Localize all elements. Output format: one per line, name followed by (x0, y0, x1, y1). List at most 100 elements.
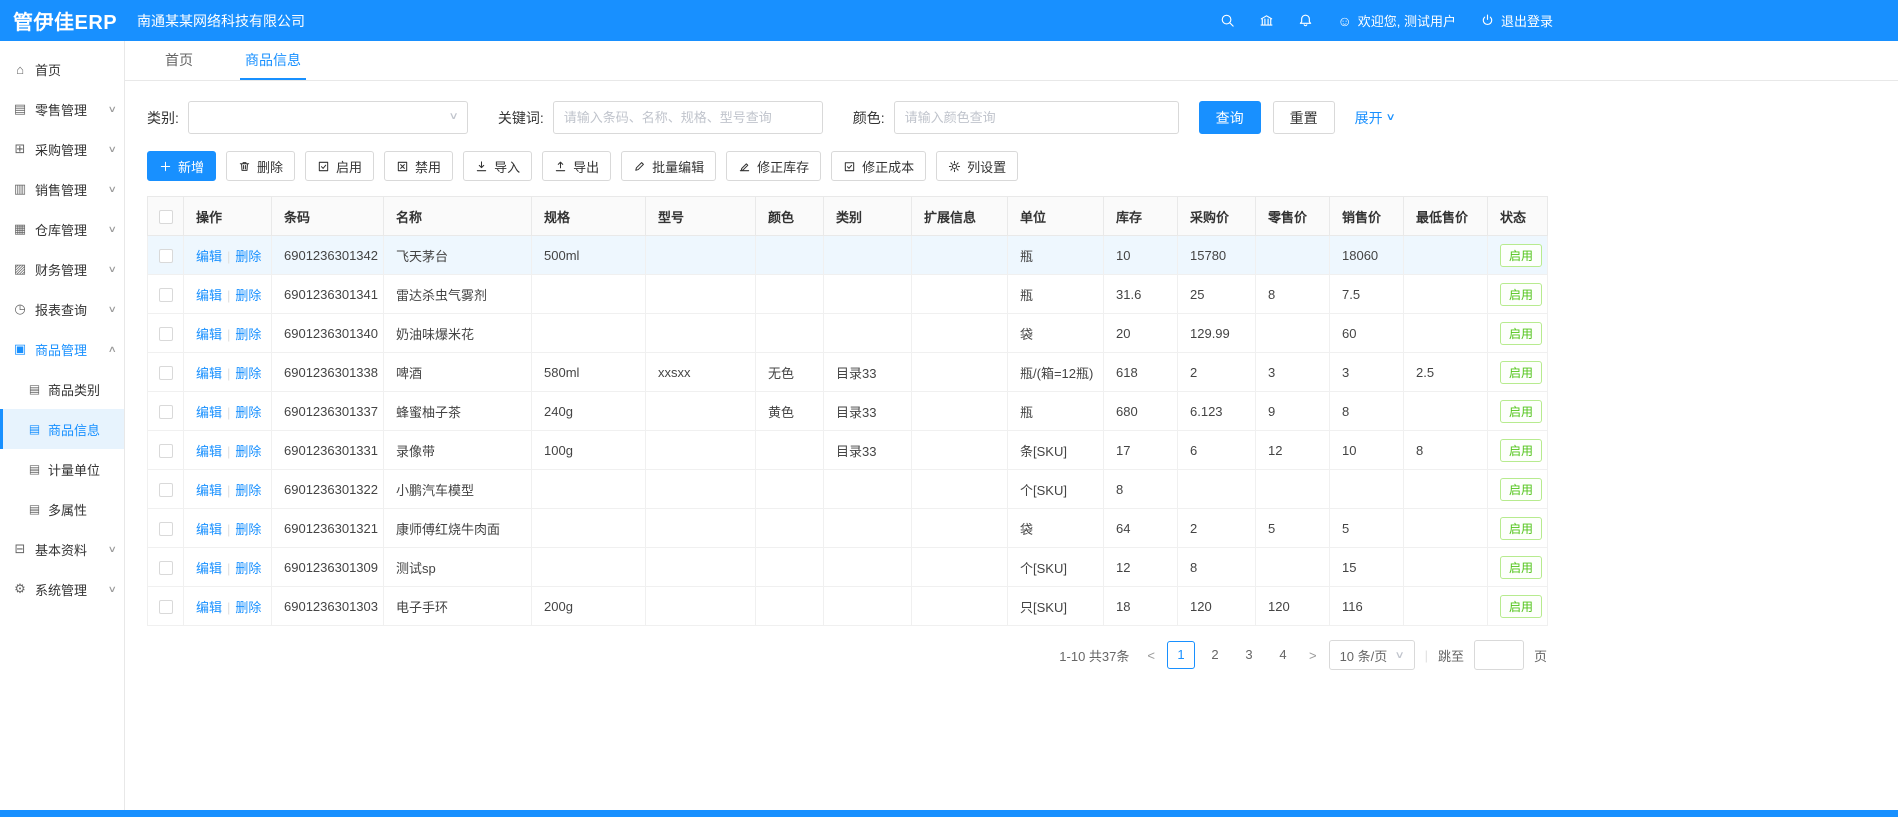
jump-page-input[interactable] (1474, 640, 1524, 670)
delete-link[interactable]: 删除 (235, 405, 261, 420)
sidebar-item-system-management[interactable]: ⚙系统管理∨ (0, 569, 124, 609)
row-checkbox[interactable] (159, 327, 173, 341)
sidebar-subitem-goods-info[interactable]: ▤商品信息 (0, 409, 124, 449)
search-button[interactable]: 查询 (1199, 101, 1261, 134)
actions-cell: 编辑|删除 (184, 314, 272, 353)
barcode-cell: 6901236301321 (272, 509, 384, 548)
reset-button[interactable]: 重置 (1273, 101, 1335, 134)
category-select[interactable]: ∨ (188, 101, 468, 134)
row-checkbox[interactable] (159, 600, 173, 614)
sidebar-item-goods-management[interactable]: ▣商品管理∧ (0, 329, 124, 369)
delete-link[interactable]: 删除 (235, 327, 261, 342)
edit-link[interactable]: 编辑 (196, 522, 222, 537)
export-button[interactable]: 导出 (542, 151, 611, 181)
page-button-1[interactable]: 1 (1167, 641, 1195, 669)
delete-link[interactable]: 删除 (235, 522, 261, 537)
chevron-down-icon: ∨ (108, 544, 117, 555)
welcome-user[interactable]: ☺ 欢迎您, 测试用户 (1337, 11, 1456, 30)
disable-button[interactable]: 禁用 (384, 151, 453, 181)
edit-link[interactable]: 编辑 (196, 483, 222, 498)
import-button[interactable]: 导入 (463, 151, 532, 181)
status-badge[interactable]: 启用 (1500, 439, 1542, 462)
delete-link[interactable]: 删除 (235, 444, 261, 459)
batch-edit-button[interactable]: 批量编辑 (621, 151, 716, 181)
status-badge[interactable]: 启用 (1500, 400, 1542, 423)
row-checkbox[interactable] (159, 366, 173, 380)
name-cell: 奶油味爆米花 (384, 314, 532, 353)
edit-link[interactable]: 编辑 (196, 288, 222, 303)
column-settings-button[interactable]: 列设置 (936, 151, 1018, 181)
status-badge[interactable]: 启用 (1500, 478, 1542, 501)
status-badge[interactable]: 启用 (1500, 361, 1542, 384)
sidebar-item-purchase-management[interactable]: ⊞采购管理∨ (0, 129, 124, 169)
sidebar-item-base-data[interactable]: ⊟基本资料∨ (0, 529, 124, 569)
edit-link[interactable]: 编辑 (196, 366, 222, 381)
delete-button[interactable]: 删除 (226, 151, 295, 181)
category-cell (824, 470, 912, 509)
model-cell (646, 275, 756, 314)
status-badge[interactable]: 启用 (1500, 595, 1542, 618)
edit-link[interactable]: 编辑 (196, 600, 222, 615)
status-cell: 启用 (1488, 548, 1548, 587)
expand-link[interactable]: 展开 ∨ (1355, 108, 1394, 128)
row-checkbox[interactable] (159, 288, 173, 302)
prev-page-button[interactable]: < (1145, 648, 1157, 663)
edit-link[interactable]: 编辑 (196, 444, 222, 459)
edit-link[interactable]: 编辑 (196, 561, 222, 576)
row-checkbox[interactable] (159, 522, 173, 536)
sale-price-cell: 60 (1330, 314, 1404, 353)
sidebar-item-report-query[interactable]: ◷报表查询∨ (0, 289, 124, 329)
row-checkbox[interactable] (159, 561, 173, 575)
disable-icon (396, 160, 409, 173)
select-all-checkbox[interactable] (159, 210, 173, 224)
row-checkbox[interactable] (159, 483, 173, 497)
purchase-price-cell: 2 (1178, 509, 1256, 548)
model-cell (646, 392, 756, 431)
delete-link[interactable]: 删除 (235, 483, 261, 498)
sidebar-subitem-measure-unit[interactable]: ▤计量单位 (0, 449, 124, 489)
page-button-2[interactable]: 2 (1201, 641, 1229, 669)
status-badge[interactable]: 启用 (1500, 322, 1542, 345)
min-price-cell (1404, 509, 1488, 548)
page-button-3[interactable]: 3 (1235, 641, 1263, 669)
tab-home[interactable]: 首页 (160, 41, 198, 80)
delete-link[interactable]: 删除 (235, 561, 261, 576)
sidebar-item-home[interactable]: ⌂首页 (0, 49, 124, 89)
delete-link[interactable]: 删除 (235, 249, 261, 264)
logout-button[interactable]: 退出登录 (1480, 11, 1553, 30)
sidebar-item-warehouse-management[interactable]: ▦仓库管理∨ (0, 209, 124, 249)
sidebar-subitem-goods-category[interactable]: ▤商品类别 (0, 369, 124, 409)
sidebar-subitem-multi-attribute[interactable]: ▤多属性 (0, 489, 124, 529)
edit-link[interactable]: 编辑 (196, 249, 222, 264)
sidebar-item-finance-management[interactable]: ▨财务管理∨ (0, 249, 124, 289)
row-checkbox[interactable] (159, 444, 173, 458)
next-page-button[interactable]: > (1307, 648, 1319, 663)
delete-link[interactable]: 删除 (235, 600, 261, 615)
add-button[interactable]: 新增 (147, 151, 216, 181)
status-badge[interactable]: 启用 (1500, 517, 1542, 540)
delete-link[interactable]: 删除 (235, 366, 261, 381)
retail-price-cell: 12 (1256, 431, 1330, 470)
search-icon[interactable] (1220, 13, 1235, 28)
status-badge[interactable]: 启用 (1500, 244, 1542, 267)
enable-button[interactable]: 启用 (305, 151, 374, 181)
tab-goods-info[interactable]: 商品信息 (240, 41, 306, 80)
page-size-select[interactable]: 10 条/页 ∨ (1329, 640, 1415, 670)
sidebar-item-sales-management[interactable]: ▥销售管理∨ (0, 169, 124, 209)
status-badge[interactable]: 启用 (1500, 283, 1542, 306)
row-checkbox[interactable] (159, 249, 173, 263)
edit-link[interactable]: 编辑 (196, 327, 222, 342)
delete-link[interactable]: 删除 (235, 288, 261, 303)
sale-price-cell: 15 (1330, 548, 1404, 587)
edit-link[interactable]: 编辑 (196, 405, 222, 420)
bell-icon[interactable] (1298, 13, 1313, 28)
keyword-input[interactable] (553, 101, 823, 134)
adjust-cost-button[interactable]: 修正成本 (831, 151, 926, 181)
sidebar-item-retail-management[interactable]: ▤零售管理∨ (0, 89, 124, 129)
building-icon[interactable] (1259, 13, 1274, 28)
adjust-stock-button[interactable]: 修正库存 (726, 151, 821, 181)
row-checkbox[interactable] (159, 405, 173, 419)
color-input[interactable] (894, 101, 1179, 134)
page-button-4[interactable]: 4 (1269, 641, 1297, 669)
status-badge[interactable]: 启用 (1500, 556, 1542, 579)
